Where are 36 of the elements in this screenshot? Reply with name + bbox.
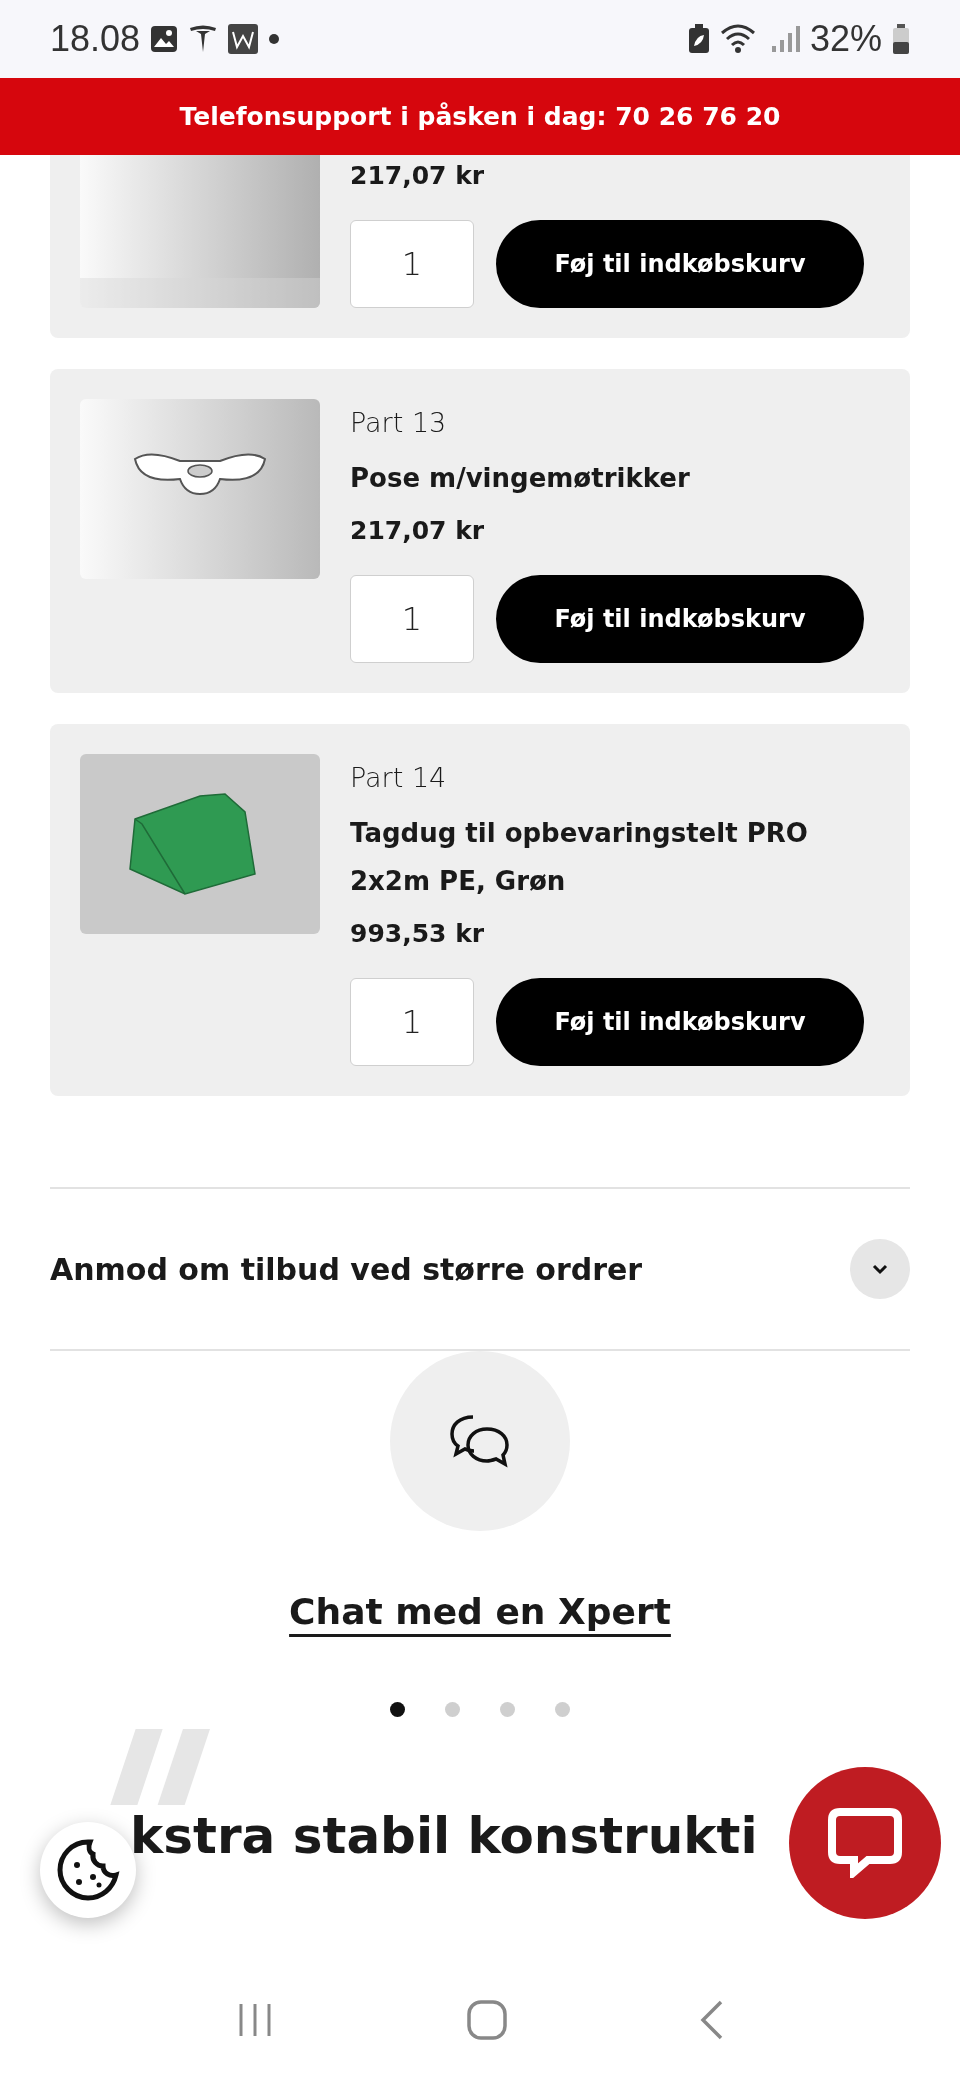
add-to-cart-button[interactable]: Føj til indkøbskurv bbox=[496, 220, 864, 308]
product-price: 217,07 kr bbox=[350, 161, 486, 190]
part-number: Part 14 bbox=[350, 762, 448, 793]
accordion-title[interactable]: Anmod om tilbud ved større ordrer bbox=[50, 1251, 643, 1287]
carousel-dot[interactable] bbox=[390, 1702, 405, 1717]
carousel-dot[interactable] bbox=[500, 1702, 515, 1717]
battery-icon bbox=[892, 24, 910, 54]
part-number: Part 13 bbox=[350, 407, 448, 438]
chat-link[interactable]: Chat med en Xpert bbox=[289, 1591, 671, 1632]
product-price: 993,53 kr bbox=[350, 919, 486, 948]
clock: 18.08 bbox=[50, 18, 141, 60]
battery-percentage: 32% bbox=[809, 18, 882, 60]
product-title: Pose m/vingemøtrikker bbox=[350, 462, 691, 495]
cookie-icon bbox=[55, 1837, 121, 1903]
carousel-dot[interactable] bbox=[445, 1702, 460, 1717]
section-heading: kstra stabil konstrukti bbox=[130, 1807, 758, 1865]
add-to-cart-button[interactable]: Føj til indkøbskurv bbox=[496, 978, 864, 1066]
cookie-button[interactable] bbox=[40, 1822, 136, 1918]
product-price: 217,07 kr bbox=[350, 516, 486, 545]
home-icon[interactable] bbox=[466, 1999, 508, 2041]
quantity-field[interactable]: 1 bbox=[350, 575, 474, 663]
chat-bubbles-icon bbox=[449, 1413, 511, 1469]
app-icon bbox=[228, 24, 259, 54]
battery-saver-icon bbox=[687, 24, 710, 54]
add-to-cart-button[interactable]: Føj til indkøbskurv bbox=[496, 575, 864, 663]
dot-icon bbox=[268, 33, 281, 45]
banner-text: Telefonsupport i påsken i dag: 70 26 76 20 bbox=[179, 102, 781, 131]
chat-bubble-icon bbox=[828, 1808, 902, 1878]
product-title: Tagdug til opbevaringstelt PRO 2x2m PE, Grøn bbox=[350, 817, 809, 898]
signal-icon bbox=[769, 24, 800, 54]
quantity-field[interactable]: 1 bbox=[350, 220, 474, 308]
image-icon bbox=[150, 25, 179, 53]
quantity-field[interactable]: 1 bbox=[350, 978, 474, 1066]
back-icon[interactable] bbox=[698, 1999, 725, 2041]
chevron-down-icon bbox=[871, 1263, 889, 1275]
carousel-dot[interactable] bbox=[555, 1702, 570, 1717]
